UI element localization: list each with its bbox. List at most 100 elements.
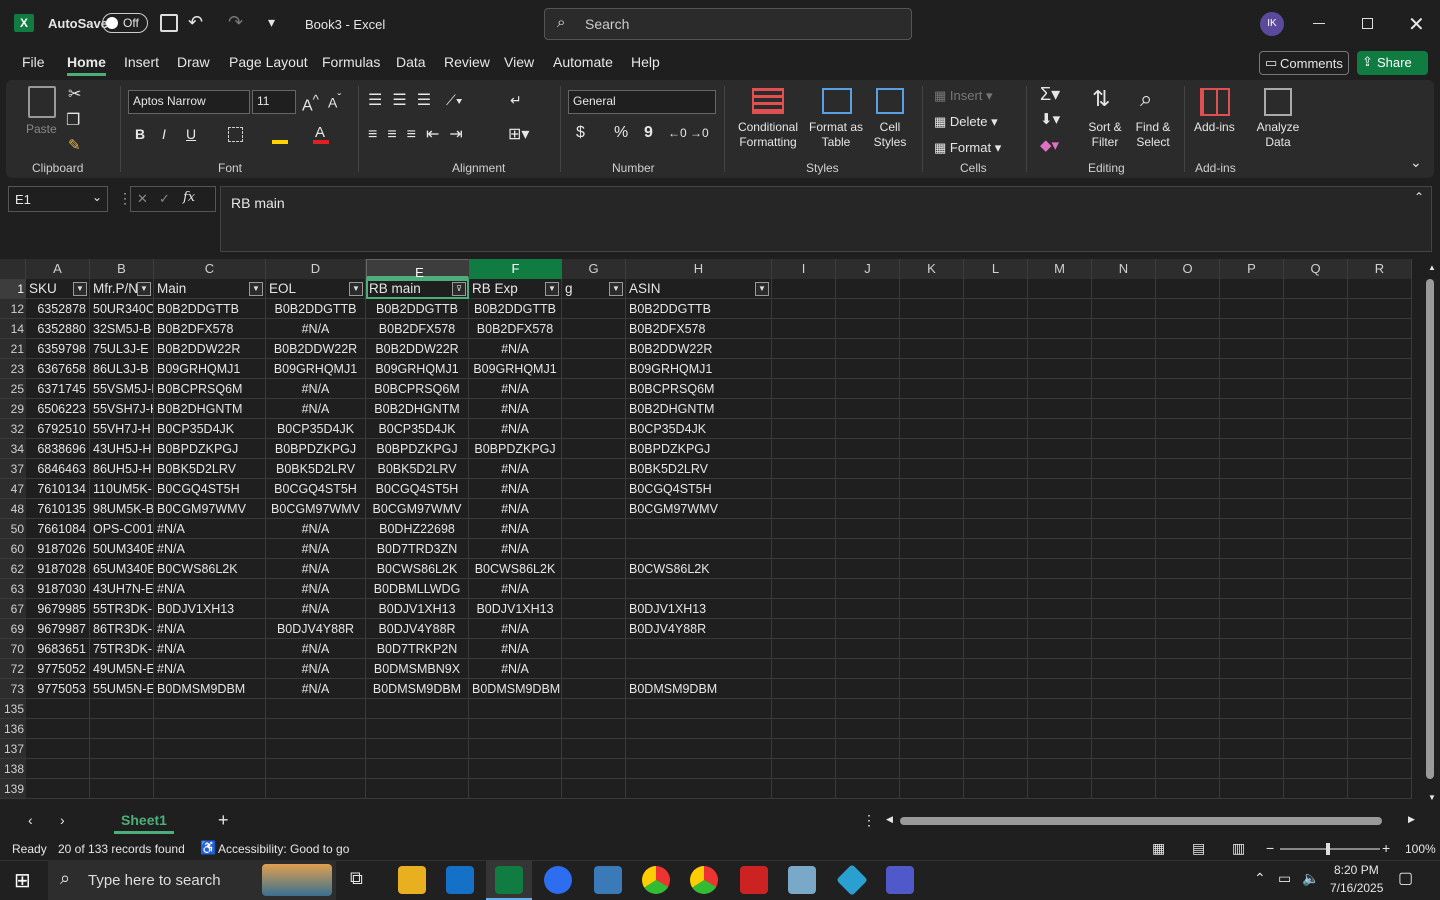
insert-cells-button[interactable]: ▦ Insert ▾: [934, 88, 993, 104]
table-cell[interactable]: 55TR3DK-I: [90, 599, 154, 619]
table-cell[interactable]: [836, 419, 900, 439]
table-cell[interactable]: [1028, 539, 1092, 559]
table-cell[interactable]: B0DBMLLWDG: [366, 579, 469, 599]
decimal-icons[interactable]: ←0 →0: [668, 126, 709, 140]
table-cell[interactable]: [964, 659, 1028, 679]
table-cell[interactable]: [1092, 559, 1156, 579]
worksheet-grid[interactable]: A B C D E F G H I J K L M N O P Q R 1 SKU ▼ Mfr.P/N ▼ Main ▼ EOL ▼…: [0, 259, 1422, 805]
header-cell[interactable]: SKU ▼: [26, 279, 90, 299]
table-cell[interactable]: [1284, 659, 1348, 679]
table-cell[interactable]: [1092, 599, 1156, 619]
table-cell[interactable]: [1284, 459, 1348, 479]
tab-formulas[interactable]: Formulas: [322, 54, 380, 70]
table-cell[interactable]: [1220, 499, 1284, 519]
fill-icon[interactable]: ⬇▾: [1040, 110, 1060, 128]
table-cell[interactable]: [1092, 519, 1156, 539]
table-cell[interactable]: [562, 339, 626, 359]
table-cell[interactable]: B0CP35D4JK: [154, 419, 266, 439]
table-cell[interactable]: B0B2DFX578: [366, 319, 469, 339]
table-cell[interactable]: #N/A: [154, 579, 266, 599]
comma-button[interactable]: 9: [644, 124, 653, 142]
table-cell[interactable]: [562, 739, 626, 759]
empty-cell[interactable]: [1284, 279, 1348, 299]
table-cell[interactable]: [1284, 519, 1348, 539]
table-cell[interactable]: [1284, 599, 1348, 619]
table-cell[interactable]: [836, 779, 900, 799]
table-cell[interactable]: [90, 779, 154, 799]
table-cell[interactable]: 9775052: [26, 659, 90, 679]
table-cell[interactable]: [1284, 359, 1348, 379]
page-break-view-icon[interactable]: ▥: [1232, 840, 1245, 857]
table-cell[interactable]: [964, 479, 1028, 499]
table-cell[interactable]: [964, 379, 1028, 399]
table-cell[interactable]: [964, 759, 1028, 779]
table-cell[interactable]: [1348, 359, 1412, 379]
table-cell[interactable]: [1284, 419, 1348, 439]
table-cell[interactable]: B0DMSMBN9X: [366, 659, 469, 679]
table-cell[interactable]: 75UL3J-E: [90, 339, 154, 359]
tab-page-layout[interactable]: Page Layout: [229, 54, 308, 70]
table-cell[interactable]: [1156, 559, 1220, 579]
table-cell[interactable]: [772, 619, 836, 639]
restore-icon[interactable]: [1362, 18, 1373, 29]
table-cell[interactable]: [1284, 539, 1348, 559]
table-cell[interactable]: [836, 719, 900, 739]
avatar[interactable]: IK: [1260, 12, 1284, 36]
chrome-profile-icon[interactable]: [690, 866, 718, 894]
table-cell[interactable]: [772, 679, 836, 699]
table-cell[interactable]: #N/A: [154, 619, 266, 639]
zoom-app-icon[interactable]: [544, 866, 572, 894]
tray-chevron-icon[interactable]: ⌃: [1254, 870, 1266, 887]
paste-label[interactable]: Paste: [26, 122, 57, 137]
table-cell[interactable]: [772, 599, 836, 619]
table-cell[interactable]: 9683651: [26, 639, 90, 659]
table-cell[interactable]: [1220, 699, 1284, 719]
table-cell[interactable]: [1092, 539, 1156, 559]
table-cell[interactable]: [772, 319, 836, 339]
table-cell[interactable]: 6506223: [26, 399, 90, 419]
table-cell[interactable]: 7610135: [26, 499, 90, 519]
table-cell[interactable]: [772, 719, 836, 739]
table-cell[interactable]: [626, 779, 772, 799]
table-cell[interactable]: 86TR3DK-I: [90, 619, 154, 639]
table-cell[interactable]: [772, 759, 836, 779]
table-cell[interactable]: [1156, 619, 1220, 639]
orientation-icon[interactable]: ⟋▾: [446, 92, 463, 109]
vertical-scrollbar[interactable]: ▲ ▼: [1422, 259, 1440, 805]
column-header-C[interactable]: C: [154, 259, 266, 279]
table-cell[interactable]: [1284, 779, 1348, 799]
table-cell[interactable]: [964, 439, 1028, 459]
page-layout-view-icon[interactable]: ▤: [1192, 840, 1205, 857]
table-cell[interactable]: [1156, 759, 1220, 779]
zoom-level[interactable]: 100%: [1405, 842, 1436, 856]
table-cell[interactable]: [772, 779, 836, 799]
table-cell[interactable]: [1220, 619, 1284, 639]
table-cell[interactable]: [1348, 539, 1412, 559]
table-cell[interactable]: [836, 339, 900, 359]
redo-icon[interactable]: ↷: [228, 12, 243, 33]
table-cell[interactable]: [1348, 579, 1412, 599]
table-cell[interactable]: [1156, 739, 1220, 759]
table-cell[interactable]: B0DJV4Y88R: [266, 619, 366, 639]
table-cell[interactable]: #N/A: [266, 379, 366, 399]
table-cell[interactable]: [90, 719, 154, 739]
delete-cells-button[interactable]: ▦ Delete ▾: [934, 114, 998, 130]
table-cell[interactable]: [26, 699, 90, 719]
table-cell[interactable]: 6838696: [26, 439, 90, 459]
table-cell[interactable]: [900, 679, 964, 699]
table-cell[interactable]: B0DMSM9DBM: [469, 679, 562, 699]
table-cell[interactable]: B09GRHQMJ1: [266, 359, 366, 379]
filter-dropdown-icon[interactable]: ▼: [609, 282, 623, 296]
table-cell[interactable]: 9187030: [26, 579, 90, 599]
table-cell[interactable]: [1092, 679, 1156, 699]
table-cell[interactable]: [1092, 319, 1156, 339]
table-cell[interactable]: [562, 719, 626, 739]
header-cell[interactable]: EOL ▼: [266, 279, 366, 299]
table-cell[interactable]: [1284, 739, 1348, 759]
table-cell[interactable]: [1028, 419, 1092, 439]
table-cell[interactable]: [1092, 439, 1156, 459]
table-cell[interactable]: [1156, 299, 1220, 319]
table-cell[interactable]: #N/A: [266, 519, 366, 539]
table-cell[interactable]: [1092, 499, 1156, 519]
table-cell[interactable]: #N/A: [469, 659, 562, 679]
